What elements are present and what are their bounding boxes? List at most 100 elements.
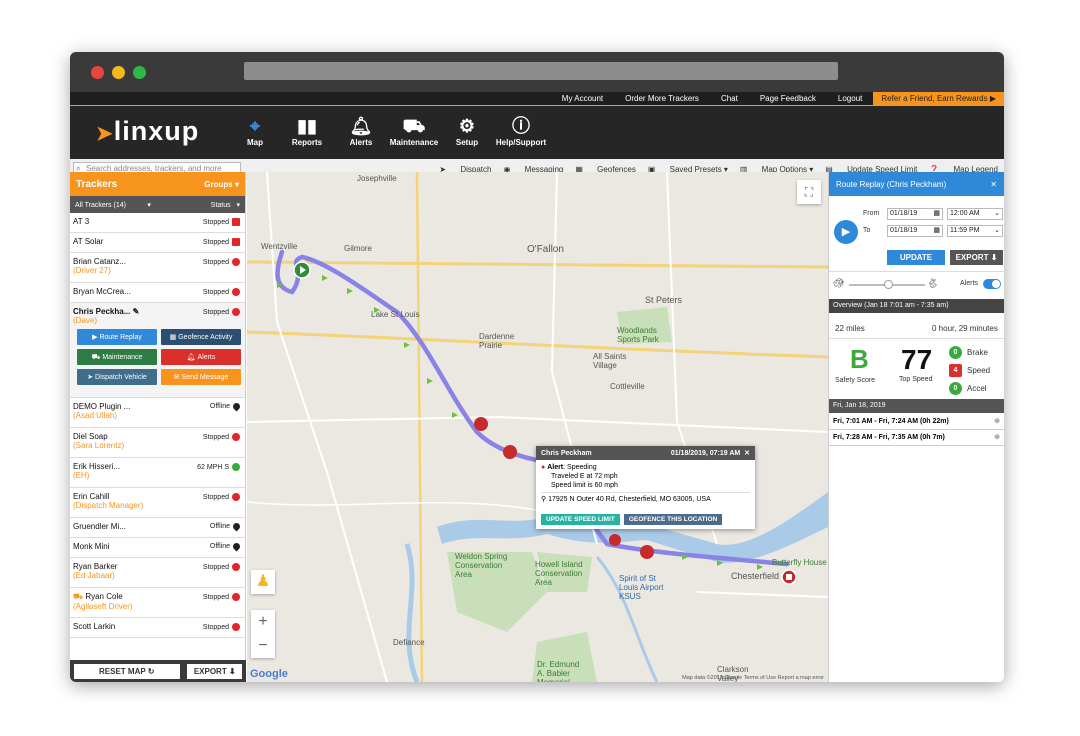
stopped-icon [232,563,240,571]
expand-icon: ⊕ [994,418,1000,425]
logout-link[interactable]: Logout [827,94,873,103]
maximize-window-button[interactable] [133,66,146,79]
map-canvas[interactable]: Josephville Wentzville Gilmore O'Fallon … [247,172,828,682]
alerts-toggle[interactable] [983,279,1001,289]
chat-link[interactable]: Chat [710,94,749,103]
route-replay-panel: Route Replay (Chris Peckham) ✕ From To 0… [828,172,1004,682]
nav-alerts[interactable]: 🔔︎ Alerts [331,114,391,147]
logo-arrow-icon: ➤ [96,123,114,145]
slider-handle[interactable] [884,280,893,289]
status-dropdown[interactable]: Status ▾ [211,201,240,209]
sidebar-footer: RESET MAP ↻ EXPORT ⬇ [70,660,246,682]
edit-icon[interactable]: ✎ [133,307,140,316]
maintenance-button[interactable]: ⛟ Maintenance [77,349,157,365]
map-label: Howell Island Conservation Area [535,560,583,587]
tracker-row[interactable]: Erin Cahill (Dispatch Manager) Stopped [70,488,245,518]
send-message-button[interactable]: ✉ Send Message [161,369,241,385]
overview-header: Overview (Jan 18 7:01 am - 7:35 am) [829,299,1004,313]
tracker-row[interactable]: ⛟ Ryan Cole (Agiloseft Driver) Stopped [70,588,245,618]
update-button[interactable]: UPDATE [887,250,945,265]
zoom-in-button[interactable]: + [251,610,275,634]
close-popup-icon[interactable]: ✕ [744,450,750,457]
from-time-select[interactable]: 12:00 AM ⌄ [947,208,1003,220]
tracker-row[interactable]: Scott Larkin Stopped [70,618,245,638]
refer-friend-link[interactable]: Refer a Friend, Earn Rewards ▶ [873,92,1004,105]
top-speed-value: 77 [901,344,933,375]
tracker-row[interactable]: Bryan McCrea... Stopped [70,283,245,303]
map-label: Woodlands Sports Park [617,326,659,344]
nav-setup[interactable]: ⚙ Setup [437,114,497,147]
trip-duration: 0 hour, 29 minutes [932,324,998,333]
geofence-activity-button[interactable]: ▦ Geofence Activity [161,329,241,345]
street-view-pegman-icon[interactable]: ♟ [251,570,275,594]
route-replay-button[interactable]: ▶ Route Replay [77,329,157,345]
export-button[interactable]: EXPORT ⬇ [187,663,243,679]
from-date-input[interactable]: 01/18/19 ▦ [887,208,943,220]
nav-maintenance[interactable]: ⛟ Maintenance [384,114,444,147]
speeding-icon: ● [541,464,546,471]
location-pin-icon: ⚲ [541,496,547,503]
brake-badge: 0 [949,346,962,359]
map-attribution[interactable]: Map data ©2019 Google Terms of Use Repor… [682,675,824,681]
map-label: Dardenne Prairie [479,332,515,350]
tracker-row[interactable]: Monk Mini Offline [70,538,245,558]
stopped-icon [232,433,240,441]
to-time-select[interactable]: 11:59 PM ⌄ [947,225,1003,237]
nav-help[interactable]: ⓘ Help/Support [491,114,551,147]
titlebar [70,52,1004,92]
tracker-row[interactable]: Diel Soap (Sara Lorentz) Stopped [70,428,245,458]
trackers-header: Trackers Groups ▾ [70,172,245,196]
linxup-logo[interactable]: ➤linxup [96,116,199,147]
trip-miles: 22 miles [835,324,865,333]
minimize-window-button[interactable] [112,66,125,79]
tracker-row[interactable]: AT 3 Stopped [70,213,245,233]
to-date-input[interactable]: 01/18/19 ▦ [887,225,943,237]
url-bar[interactable] [244,62,838,80]
order-trackers-link[interactable]: Order More Trackers [614,94,710,103]
moving-icon [232,463,240,471]
export-replay-button[interactable]: EXPORT ⬇ [950,250,1003,265]
map-label: Spirit of St Louis Airport KSUS [619,574,664,601]
my-account-link[interactable]: My Account [551,94,614,103]
trackers-sidebar: Trackers Groups ▾ All Trackers (14) ▾ St… [70,172,246,682]
map-label: Cottleville [610,382,645,391]
geofence-location-button[interactable]: GEOFENCE THIS LOCATION [623,514,723,525]
nav-reports[interactable]: ▮▮ Reports [277,114,337,147]
bar-chart-icon: ▮▮ [297,116,317,136]
map-label: Josephville [357,174,397,183]
tracker-row-selected[interactable]: Chris Peckha... ✎ (Dave) Stopped ▶ Route… [70,303,245,398]
tracker-row[interactable]: AT Solar Stopped [70,233,245,253]
zoom-out-button[interactable]: − [251,634,275,658]
speed-badge: 4 [949,364,962,377]
top-nav: My Account Order More Trackers Chat Page… [70,92,1004,105]
trip-row[interactable]: Fri, 7:28 AM - Fri, 7:35 AM (0h 7m) ⊕ [829,430,1004,446]
tracker-row[interactable]: Erik Hisseri... (EH) 62 MPH S [70,458,245,488]
play-button[interactable]: ▶ [834,220,858,244]
close-panel-icon[interactable]: ✕ [990,180,997,189]
update-speed-limit-button[interactable]: UPDATE SPEED LIMIT [541,514,620,525]
safety-grade: B [850,344,869,374]
page-feedback-link[interactable]: Page Feedback [749,94,827,103]
trip-row[interactable]: Fri, 7:01 AM - Fri, 7:24 AM (0h 22m) ⊕ [829,414,1004,430]
question-icon: ⓘ [512,116,530,136]
google-logo: Google [250,668,288,680]
tracker-row[interactable]: Ryan Barker (Ed Jabaar) Stopped [70,558,245,588]
stopped-icon [232,238,240,246]
reset-map-button[interactable]: RESET MAP ↻ [73,663,180,679]
tracker-row[interactable]: Brian Catanz... (Driver 27) Stopped [70,253,245,283]
tracker-actions: ▶ Route Replay ▦ Geofence Activity ⛟ Mai… [73,325,242,389]
map-label: All Saints Village [593,352,627,370]
tracker-row[interactable]: Gruendler Mi... Offline [70,518,245,538]
nav-map[interactable]: ⌖ Map [225,114,285,147]
dispatch-vehicle-button[interactable]: ➤ Dispatch Vehicle [77,369,157,385]
browser-window: My Account Order More Trackers Chat Page… [70,52,1004,682]
fullscreen-button[interactable]: ⛶ [797,180,821,204]
groups-dropdown[interactable]: Groups ▾ [204,180,239,189]
map-label: Weldon Spring Conservation Area [455,552,508,579]
rabbit-icon: 🐇︎ [927,278,939,288]
tracker-list: AT 3 Stopped AT Solar Stopped Brian Catanz… [70,213,245,638]
close-window-button[interactable] [91,66,104,79]
all-trackers-dropdown[interactable]: All Trackers (14) ▾ [75,201,151,209]
alerts-button[interactable]: 🔔︎ Alerts [161,349,241,365]
tracker-row[interactable]: DEMO Plugin ... (Asad Ullah) Offline [70,398,245,428]
